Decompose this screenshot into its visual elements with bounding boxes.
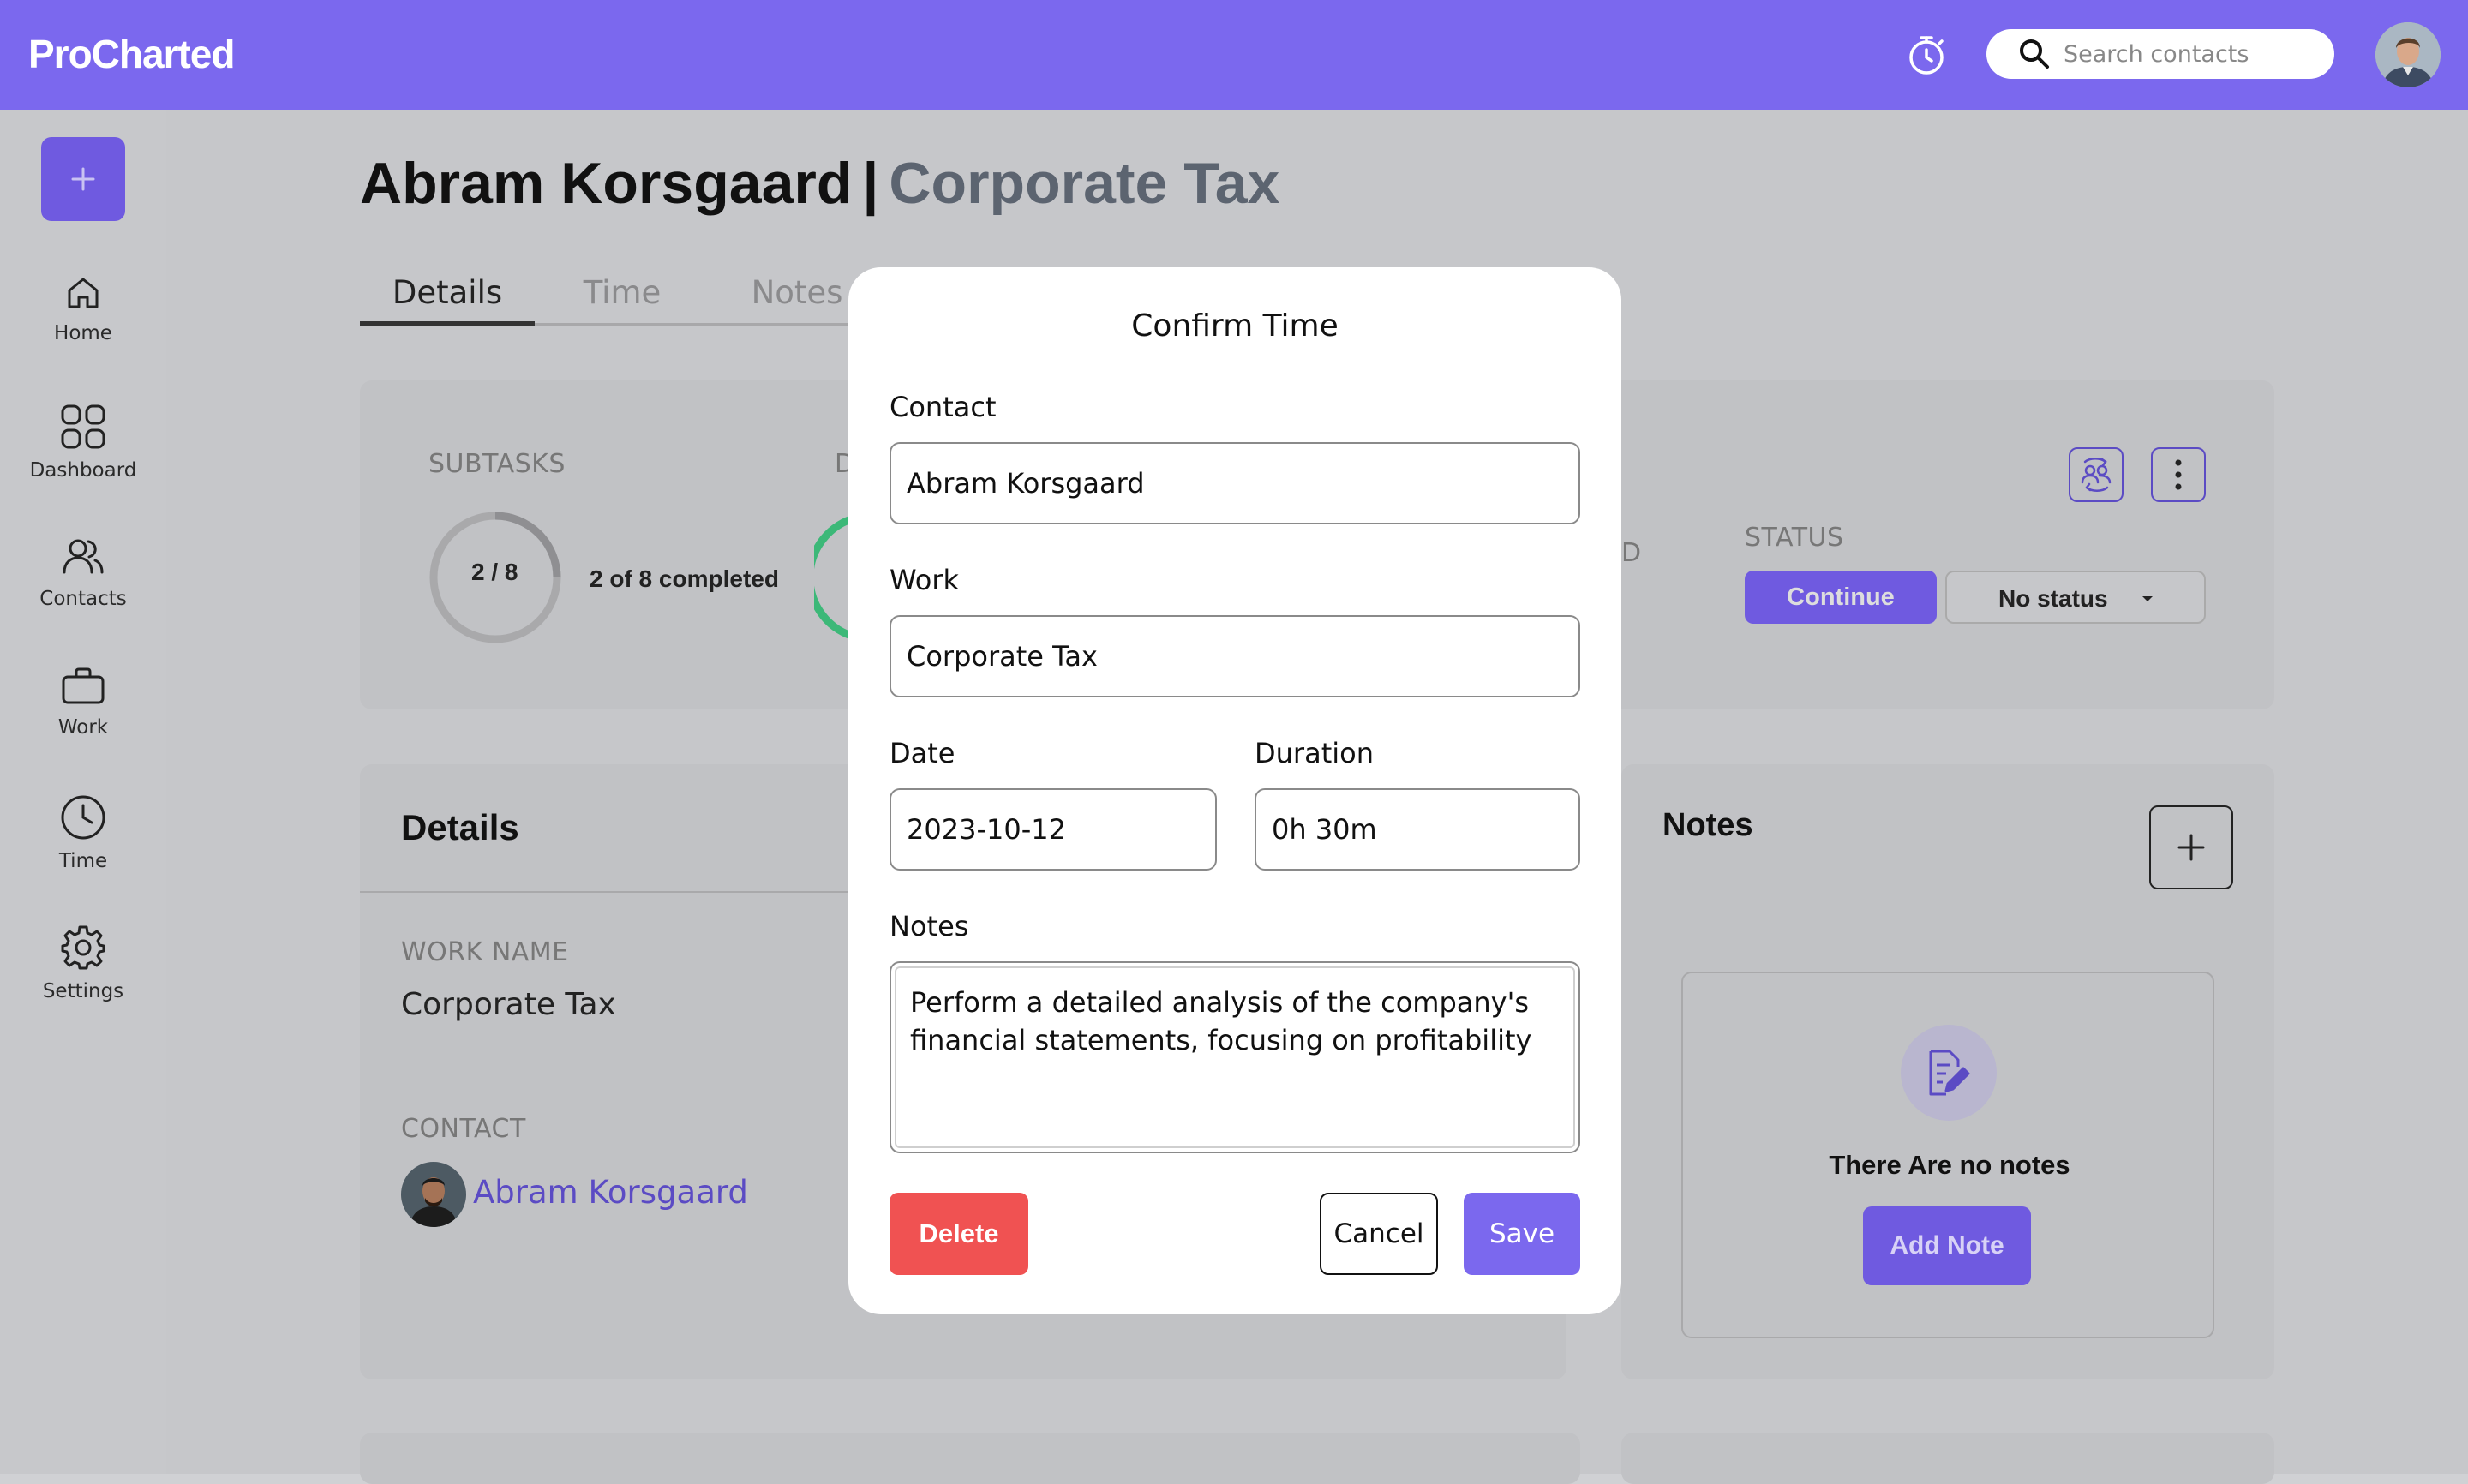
notes-textarea[interactable]: Perform a detailed analysis of the compa… <box>890 961 1580 1153</box>
lower-card-right <box>1621 1433 2274 1484</box>
page-title: Abram Korsgaard | Corporate Tax <box>360 150 1279 217</box>
sidebar-item-time[interactable]: Time <box>0 793 166 872</box>
user-avatar[interactable] <box>2375 22 2441 87</box>
sidebar: Home Dashboard Contacts Work Time Settin… <box>0 110 166 1474</box>
status-label: STATUS <box>1745 523 1844 553</box>
sidebar-item-label: Home <box>54 322 112 344</box>
duration-field[interactable] <box>1255 788 1580 871</box>
sidebar-item-label: Work <box>57 716 109 739</box>
status-value: No status <box>1998 585 2108 612</box>
search-icon <box>2020 39 2049 69</box>
title-separator: | <box>862 151 879 216</box>
notes-title: Notes <box>1662 807 1753 843</box>
contact-field-label: Contact <box>890 391 997 423</box>
page-title-contact: Abram Korsgaard <box>360 151 853 216</box>
gear-icon <box>61 925 105 970</box>
plus-icon <box>71 167 95 191</box>
work-field[interactable] <box>890 615 1580 697</box>
user-switch-icon <box>2081 458 2112 492</box>
work-field-label: Work <box>890 564 960 596</box>
sidebar-item-label: Dashboard <box>29 459 137 482</box>
lower-card-left <box>360 1433 1580 1484</box>
plus-icon <box>2177 834 2205 861</box>
top-bar: ProCharted <box>0 0 2468 110</box>
notes-field-label: Notes <box>890 910 969 942</box>
work-name-value: Corporate Tax <box>401 987 616 1022</box>
sidebar-item-contacts[interactable]: Contacts <box>0 535 166 610</box>
tab-details[interactable]: Details <box>360 272 535 326</box>
delete-button[interactable]: Delete <box>890 1193 1028 1275</box>
more-options-button[interactable] <box>2151 447 2206 502</box>
contacts-icon <box>63 539 104 574</box>
sidebar-item-label: Contacts <box>39 588 127 610</box>
reassign-button[interactable] <box>2069 447 2124 502</box>
sidebar-item-label: Time <box>58 850 108 872</box>
sidebar-item-home[interactable]: Home <box>0 272 166 344</box>
subtasks-ring-label: 2 / 8 <box>471 559 518 585</box>
home-icon <box>68 278 99 308</box>
third-metric-label: D <box>1621 538 1642 568</box>
dialog-title: Confirm Time <box>1131 308 1339 344</box>
caret-down-icon <box>2142 596 2153 601</box>
work-name-label: WORK NAME <box>401 937 569 967</box>
search-input[interactable] <box>2062 36 2319 72</box>
app-logo[interactable]: ProCharted <box>28 31 235 77</box>
continue-button[interactable]: Continue <box>1745 571 1937 624</box>
cancel-button[interactable]: Cancel <box>1320 1193 1438 1275</box>
dashboard-icon <box>61 404 105 449</box>
contact-avatar <box>401 1162 466 1227</box>
briefcase-icon <box>62 667 105 704</box>
tab-time[interactable]: Time <box>535 272 710 326</box>
details-title: Details <box>401 807 519 847</box>
contact-link[interactable]: Abram Korsgaard <box>473 1174 748 1211</box>
status-dropdown[interactable]: No status <box>1945 571 2206 624</box>
notes-empty-state: There Are no notes Add Note <box>1681 972 2214 1338</box>
page-title-work: Corporate Tax <box>889 151 1280 216</box>
date-field[interactable] <box>890 788 1217 871</box>
note-edit-icon <box>1901 1025 1997 1121</box>
date-field-label: Date <box>890 737 955 769</box>
subtasks-label: SUBTASKS <box>428 449 566 479</box>
more-vertical-icon <box>2175 459 2182 490</box>
contact-label: CONTACT <box>401 1114 526 1144</box>
subtasks-completed-text: 2 of 8 completed <box>590 565 779 592</box>
sidebar-item-settings[interactable]: Settings <box>0 924 166 1002</box>
save-button[interactable]: Save <box>1464 1193 1580 1275</box>
create-new-button[interactable] <box>41 137 125 221</box>
tab-bar: Details Time Notes <box>360 272 891 326</box>
duration-field-label: Duration <box>1255 737 1374 769</box>
confirm-time-dialog: Confirm Time Contact Work Date Duration … <box>848 267 1621 1314</box>
empty-notes-text: There Are no notes <box>1829 1150 2070 1180</box>
add-note-button[interactable]: Add Note <box>1863 1206 2031 1285</box>
sidebar-item-work[interactable]: Work <box>0 665 166 739</box>
contact-field[interactable] <box>890 442 1580 524</box>
sidebar-item-label: Settings <box>42 980 124 1002</box>
clock-icon <box>61 795 105 840</box>
search-bar <box>1986 29 2334 79</box>
add-note-icon-button[interactable] <box>2149 805 2233 889</box>
sidebar-item-dashboard[interactable]: Dashboard <box>0 403 166 482</box>
stopwatch-icon[interactable] <box>1902 31 1950 79</box>
